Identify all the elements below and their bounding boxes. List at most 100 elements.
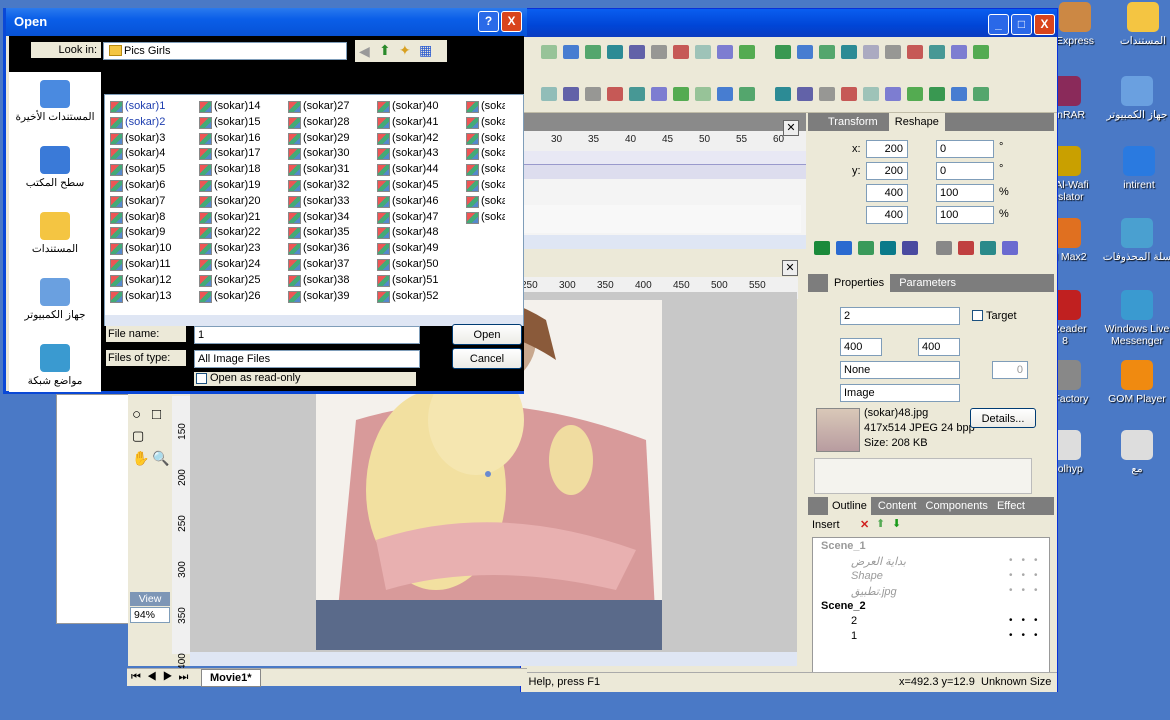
skew-select[interactable]: 0 xyxy=(936,162,994,180)
file-item[interactable]: (sokar)37 xyxy=(287,257,373,271)
file-item[interactable]: (sokar)19 xyxy=(198,178,284,192)
toolbar-icon[interactable] xyxy=(695,45,711,59)
file-item[interactable]: (sokar)5 xyxy=(109,162,195,177)
file-name-input[interactable]: 1 xyxy=(194,326,420,344)
toolbar-icon[interactable] xyxy=(585,45,601,59)
toolbar-icon[interactable] xyxy=(563,45,579,59)
tab-outline[interactable]: Outline xyxy=(828,497,871,515)
close-button[interactable]: X xyxy=(1034,14,1055,35)
rotation-select[interactable]: 0 xyxy=(936,140,994,158)
file-item[interactable]: (sokar)31 xyxy=(287,162,373,177)
toolbar-icon[interactable] xyxy=(819,45,835,59)
object-name-input[interactable]: 2 xyxy=(840,307,960,325)
place-recent-documents[interactable]: المستندات الأخيرة xyxy=(9,80,101,123)
file-item[interactable]: (sokar)21 xyxy=(198,210,284,224)
file-item[interactable]: (sokar)22 xyxy=(198,225,284,240)
file-item[interactable]: (sokar)40 xyxy=(376,99,462,113)
outline-item[interactable]: Scene_1 xyxy=(821,540,866,552)
rectangle-tool-icon[interactable]: □ xyxy=(152,406,161,423)
delete-icon[interactable]: ✕ xyxy=(860,518,869,531)
desktop-icon[interactable]: سلة المحذوفات xyxy=(1102,218,1170,263)
place-network-places[interactable]: مواضع شبكة xyxy=(9,344,101,387)
file-item[interactable]: (sokar)2 xyxy=(109,115,195,129)
toolbar-icon[interactable] xyxy=(739,45,755,59)
file-item[interactable]: (sokar)49 xyxy=(376,241,462,256)
toolbar-icon[interactable] xyxy=(541,87,557,101)
toolbar-icon[interactable] xyxy=(717,87,733,101)
cancel-button[interactable]: Cancel xyxy=(452,348,522,369)
transform-tool-icon[interactable] xyxy=(1002,241,1018,255)
scale-x-select[interactable]: 100 xyxy=(936,184,994,202)
view-menu-icon[interactable]: ▦ xyxy=(419,42,432,59)
hand-tool-icon[interactable]: ✋ xyxy=(132,450,149,467)
scale-y-select[interactable]: 100 xyxy=(936,206,994,224)
file-item[interactable]: (sokar)15 xyxy=(198,115,284,129)
y-input[interactable]: 200 xyxy=(866,162,908,180)
toolbar-icon[interactable] xyxy=(951,87,967,101)
file-item[interactable]: (sokar)11 xyxy=(109,257,195,271)
height-input[interactable]: 400 xyxy=(866,206,908,224)
zoom-tool-icon[interactable]: 🔍 xyxy=(152,450,169,467)
transform-tool-icon[interactable] xyxy=(936,241,952,255)
dialog-close-button[interactable]: X xyxy=(501,11,522,32)
file-item[interactable]: (soka xyxy=(465,210,505,224)
minimize-button[interactable]: _ xyxy=(988,14,1009,35)
canvas-hscrollbar[interactable] xyxy=(190,652,797,666)
desktop-icon[interactable]: جهاز الكمبيوتر xyxy=(1102,76,1170,121)
toolbar-icon[interactable] xyxy=(607,87,623,101)
file-item[interactable]: (soka xyxy=(465,115,505,129)
outline-item[interactable]: تطبيق.jpg xyxy=(851,585,897,598)
file-item[interactable]: (sokar)8 xyxy=(109,210,195,224)
file-item[interactable]: (sokar)7 xyxy=(109,194,195,208)
file-item[interactable]: (sokar)39 xyxy=(287,289,373,303)
file-item[interactable]: (sokar)50 xyxy=(376,257,462,271)
files-of-type-select[interactable]: All Image Files xyxy=(194,350,420,368)
tab-properties[interactable]: Properties xyxy=(828,274,891,292)
insert-menu[interactable]: Insert xyxy=(812,519,840,531)
tab-effect[interactable]: Effect xyxy=(997,500,1025,512)
file-item[interactable]: (sokar)41 xyxy=(376,115,462,129)
zoom-select[interactable]: 94% xyxy=(130,607,170,623)
file-item[interactable]: (sokar)13 xyxy=(109,289,195,303)
toolbar-icon[interactable] xyxy=(863,87,879,101)
file-item[interactable]: (sokar)10 xyxy=(109,241,195,256)
file-item[interactable]: (sokar)1 xyxy=(109,99,195,113)
look-in-select[interactable]: Pics Girls xyxy=(103,42,347,60)
transform-tool-icon[interactable] xyxy=(814,241,830,255)
desktop-icon[interactable]: GOM Player xyxy=(1102,360,1170,405)
file-item[interactable]: (sokar)47 xyxy=(376,210,462,224)
file-item[interactable]: (sokar)14 xyxy=(198,99,284,113)
file-item[interactable]: (sokar)29 xyxy=(287,131,373,145)
file-item[interactable]: (soka xyxy=(465,178,505,192)
toolbar-icon[interactable] xyxy=(607,45,623,59)
file-item[interactable]: (sokar)25 xyxy=(198,273,284,287)
place-desktop[interactable]: سطح المكتب xyxy=(9,146,101,189)
toolbar-icon[interactable] xyxy=(951,45,967,59)
file-item[interactable]: (sokar)36 xyxy=(287,241,373,256)
width-input[interactable]: 400 xyxy=(866,184,908,202)
file-item[interactable]: (sokar)28 xyxy=(287,115,373,129)
file-item[interactable]: (sokar)16 xyxy=(198,131,284,145)
toolbar-icon[interactable] xyxy=(929,87,945,101)
desktop-icon[interactable]: intirent xyxy=(1104,146,1170,191)
timeline-scrollbar[interactable] xyxy=(521,235,806,249)
toolbar-icon[interactable] xyxy=(797,87,813,101)
file-item[interactable]: (soka xyxy=(465,146,505,161)
file-item[interactable]: (sokar)42 xyxy=(376,131,462,145)
transform-tool-icon[interactable] xyxy=(902,241,918,255)
file-item[interactable]: (sokar)43 xyxy=(376,146,462,161)
file-item[interactable]: (sokar)46 xyxy=(376,194,462,208)
new-folder-icon[interactable]: ✦ xyxy=(399,42,411,59)
file-item[interactable]: (soka xyxy=(465,162,505,177)
transform-tool-icon[interactable] xyxy=(980,241,996,255)
prop-width-input[interactable]: 400 xyxy=(840,338,882,356)
line-style-select[interactable]: None xyxy=(840,361,960,379)
prop-height-input[interactable]: 400 xyxy=(918,338,960,356)
file-item[interactable]: (sokar)34 xyxy=(287,210,373,224)
up-folder-icon[interactable]: ⬆ xyxy=(379,42,391,59)
outline-item[interactable]: Shape xyxy=(851,570,883,582)
desktop-icon[interactable]: Windows Live Messenger xyxy=(1102,290,1170,347)
toolbar-icon[interactable] xyxy=(819,87,835,101)
desktop-icon[interactable]: المستندات xyxy=(1108,2,1170,47)
tab-movie1[interactable]: Movie1* xyxy=(201,669,261,687)
